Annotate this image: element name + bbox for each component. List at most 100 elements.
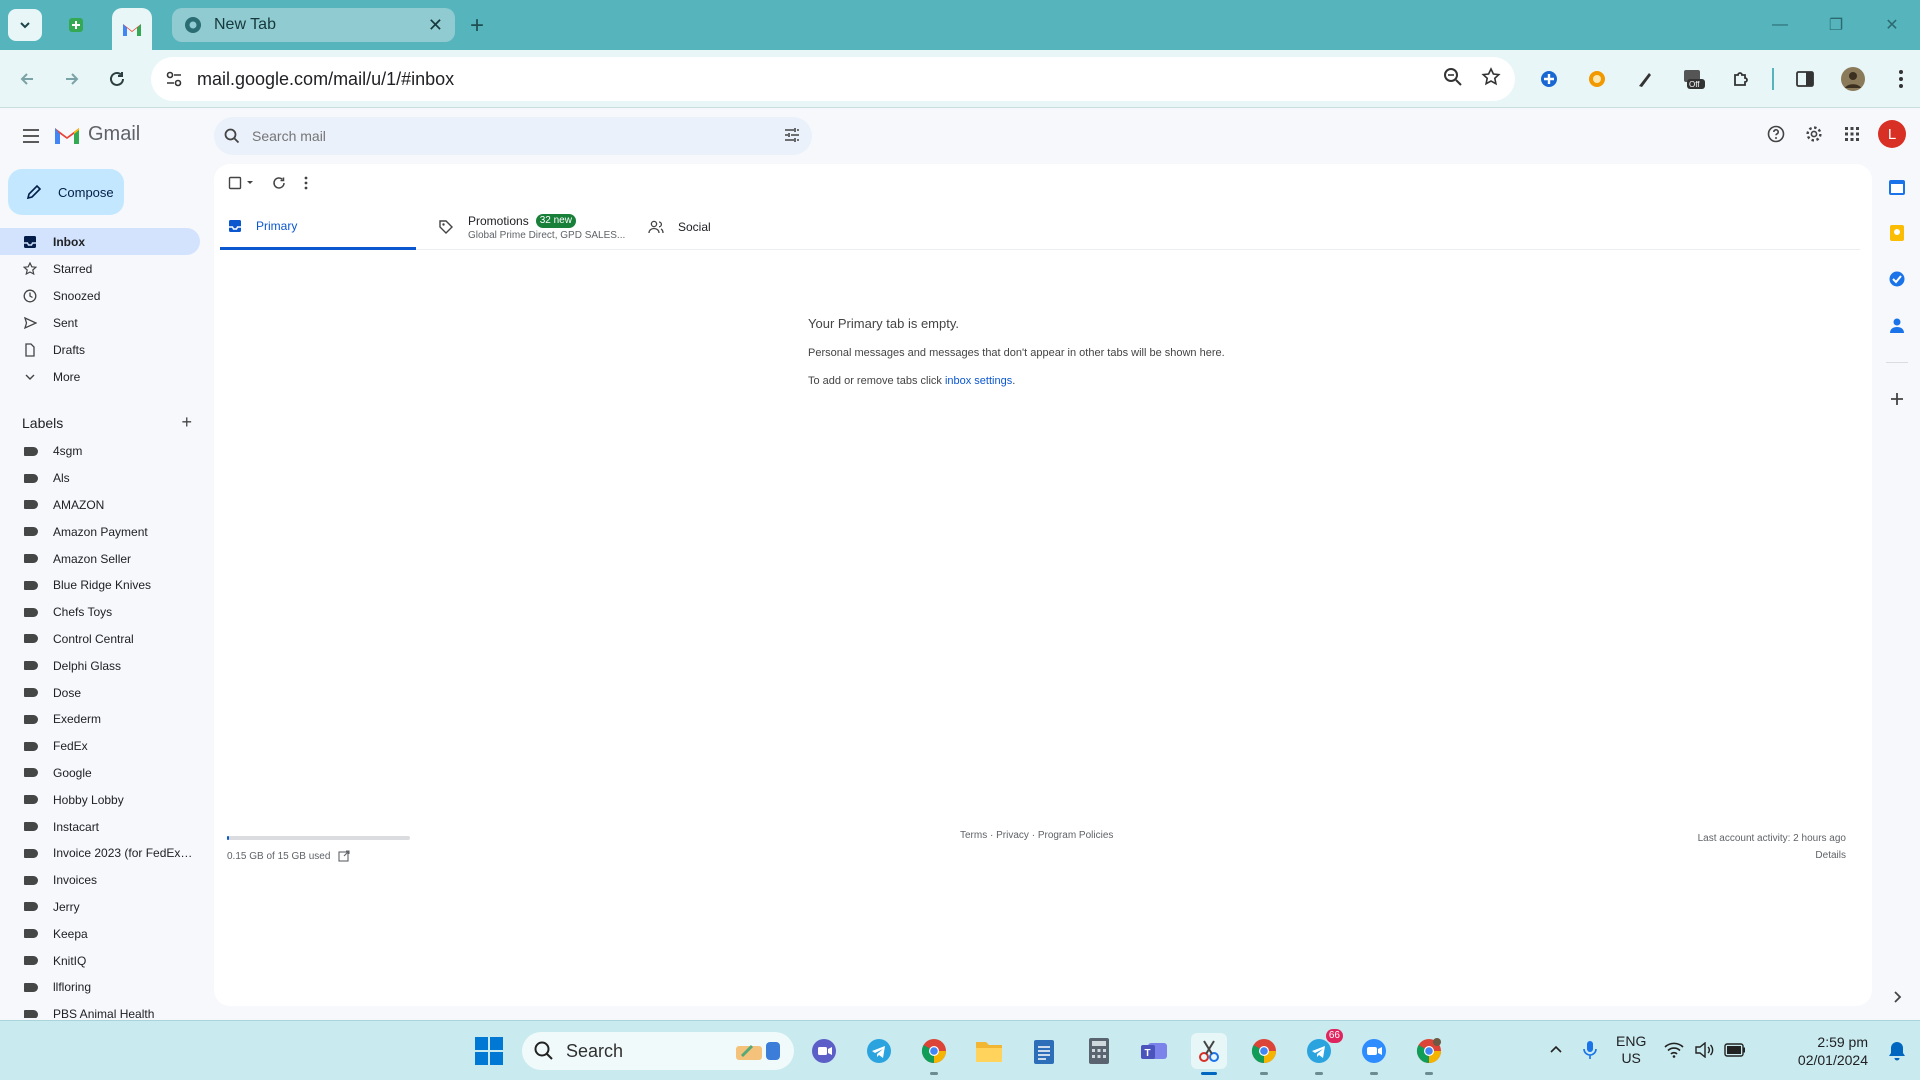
add-addon-icon[interactable] bbox=[1888, 390, 1906, 408]
taskbar-app-notepad[interactable] bbox=[1026, 1033, 1062, 1069]
tab-search-button[interactable] bbox=[8, 9, 42, 41]
contacts-icon[interactable] bbox=[1888, 316, 1906, 334]
label-item[interactable]: Chefs Toys bbox=[0, 599, 200, 626]
tab-new-tab[interactable]: New Tab ✕ bbox=[172, 8, 455, 42]
nav-item-sent[interactable]: Sent bbox=[0, 309, 200, 336]
extension-button-3[interactable] bbox=[1628, 62, 1662, 96]
inbox-settings-link[interactable]: inbox settings bbox=[945, 375, 1012, 387]
side-panel-button[interactable] bbox=[1788, 62, 1822, 96]
details-link[interactable]: Details bbox=[1698, 847, 1846, 864]
label-item[interactable]: Dose bbox=[0, 679, 200, 706]
keep-icon[interactable] bbox=[1888, 224, 1906, 242]
extensions-button[interactable] bbox=[1724, 62, 1758, 96]
select-checkbox[interactable] bbox=[228, 176, 254, 190]
tab-social[interactable]: Social bbox=[648, 204, 711, 250]
taskbar-app-teams[interactable]: T bbox=[1136, 1033, 1172, 1069]
notification-bell-icon[interactable] bbox=[1888, 1041, 1906, 1061]
address-bar[interactable]: mail.google.com/mail/u/1/#inbox bbox=[151, 57, 1515, 101]
bookmark-star-icon[interactable] bbox=[1481, 67, 1501, 87]
close-window-button[interactable]: ✕ bbox=[1864, 0, 1920, 50]
settings-button[interactable] bbox=[1802, 122, 1826, 146]
forward-button[interactable] bbox=[55, 62, 89, 96]
taskbar-app-chrome[interactable] bbox=[916, 1033, 952, 1075]
gmail-logo[interactable]: Gmail bbox=[54, 123, 140, 146]
label-item[interactable]: PBS Animal Health bbox=[0, 1001, 200, 1018]
search-options-icon[interactable] bbox=[784, 127, 800, 143]
reload-button[interactable] bbox=[100, 62, 134, 96]
label-item[interactable]: Amazon Payment bbox=[0, 518, 200, 545]
label-item[interactable]: Delphi Glass bbox=[0, 652, 200, 679]
nav-item-drafts[interactable]: Drafts bbox=[0, 336, 200, 363]
taskbar-app-chrome-profile-2[interactable] bbox=[1246, 1033, 1282, 1075]
windows-start-icon[interactable] bbox=[474, 1036, 504, 1066]
label-item[interactable]: Amazon Seller bbox=[0, 545, 200, 572]
label-item[interactable]: 4sgm bbox=[0, 438, 200, 465]
nav-item-starred[interactable]: Starred bbox=[0, 255, 200, 282]
extension-button-2[interactable] bbox=[1580, 62, 1614, 96]
label-item[interactable]: Hobby Lobby bbox=[0, 786, 200, 813]
label-item[interactable]: Instacart bbox=[0, 813, 200, 840]
taskbar-app-zoom[interactable] bbox=[1356, 1033, 1392, 1075]
minimize-button[interactable]: — bbox=[1752, 0, 1808, 50]
taskbar-app-telegram[interactable] bbox=[861, 1033, 897, 1069]
label-item[interactable]: Invoices bbox=[0, 867, 200, 894]
label-item[interactable]: llfloring bbox=[0, 974, 200, 1001]
label-item[interactable]: Google bbox=[0, 760, 200, 787]
support-button[interactable] bbox=[1764, 122, 1788, 146]
taskbar-search[interactable]: Search bbox=[522, 1032, 794, 1070]
taskbar-app-telegram-2[interactable]: 66 bbox=[1301, 1029, 1343, 1075]
input-language[interactable]: ENG US bbox=[1616, 1033, 1646, 1067]
taskbar-app-teams-meet[interactable] bbox=[806, 1033, 842, 1069]
terms-link[interactable]: Terms bbox=[960, 830, 987, 841]
label-item[interactable]: Control Central bbox=[0, 626, 200, 653]
system-clock[interactable]: 2:59 pm 02/01/2024 bbox=[1798, 1033, 1868, 1069]
chevron-up-icon[interactable] bbox=[1548, 1042, 1564, 1058]
main-menu-button[interactable] bbox=[16, 121, 46, 151]
label-item[interactable]: KnitIQ bbox=[0, 947, 200, 974]
label-item[interactable]: Blue Ridge Knives bbox=[0, 572, 200, 599]
label-item[interactable]: Exederm bbox=[0, 706, 200, 733]
label-item[interactable]: FedEx bbox=[0, 733, 200, 760]
refresh-icon[interactable] bbox=[272, 176, 286, 190]
taskbar-app-chrome-profile-3[interactable] bbox=[1411, 1033, 1447, 1075]
label-item[interactable]: AMAZON bbox=[0, 492, 200, 519]
label-item[interactable]: Jerry bbox=[0, 894, 200, 921]
taskbar-app-file-explorer[interactable] bbox=[971, 1033, 1007, 1069]
nav-item-inbox[interactable]: Inbox bbox=[0, 228, 200, 255]
tab-primary[interactable]: Primary bbox=[220, 204, 416, 250]
open-in-new-icon[interactable] bbox=[338, 850, 350, 862]
back-button[interactable] bbox=[10, 62, 44, 96]
close-tab-icon[interactable]: ✕ bbox=[428, 15, 443, 36]
site-info-icon[interactable] bbox=[165, 70, 183, 88]
nav-item-snoozed[interactable]: Snoozed bbox=[0, 282, 200, 309]
tab-promotions[interactable]: Promotions 32 new Global Prime Direct, G… bbox=[438, 204, 625, 250]
apps-button[interactable] bbox=[1840, 122, 1864, 146]
profile-button[interactable] bbox=[1836, 62, 1870, 96]
calendar-icon[interactable] bbox=[1888, 178, 1906, 196]
quick-settings[interactable] bbox=[1664, 1042, 1746, 1058]
new-tab-button[interactable]: + bbox=[470, 12, 484, 40]
label-item[interactable]: Keepa bbox=[0, 920, 200, 947]
tasks-icon[interactable] bbox=[1888, 270, 1906, 288]
extension-button-4[interactable]: Off bbox=[1676, 62, 1710, 96]
privacy-link[interactable]: Privacy bbox=[996, 830, 1029, 841]
url-text[interactable]: mail.google.com/mail/u/1/#inbox bbox=[197, 69, 454, 90]
chevron-right-icon[interactable] bbox=[1888, 988, 1906, 1006]
browser-menu-button[interactable] bbox=[1884, 62, 1918, 96]
maximize-button[interactable]: ❐ bbox=[1808, 0, 1864, 50]
nav-item-more[interactable]: More bbox=[0, 363, 200, 390]
search-input[interactable] bbox=[252, 128, 732, 144]
extension-button-1[interactable] bbox=[1532, 62, 1566, 96]
microphone-icon[interactable] bbox=[1582, 1040, 1598, 1060]
search-icon[interactable] bbox=[224, 128, 240, 144]
taskbar-app-snipping-tool[interactable] bbox=[1191, 1033, 1227, 1075]
pinned-tab-extension[interactable] bbox=[56, 10, 96, 40]
create-label-button[interactable]: + bbox=[181, 412, 192, 433]
label-item[interactable]: Als bbox=[0, 465, 200, 492]
taskbar-app-calculator[interactable] bbox=[1081, 1033, 1117, 1069]
zoom-icon[interactable] bbox=[1443, 67, 1463, 87]
label-item[interactable]: Invoice 2023 (for FedEx ... bbox=[0, 840, 200, 867]
program-policies-link[interactable]: Program Policies bbox=[1038, 830, 1114, 841]
account-avatar[interactable]: L bbox=[1878, 120, 1906, 148]
compose-button[interactable]: Compose bbox=[8, 169, 124, 215]
